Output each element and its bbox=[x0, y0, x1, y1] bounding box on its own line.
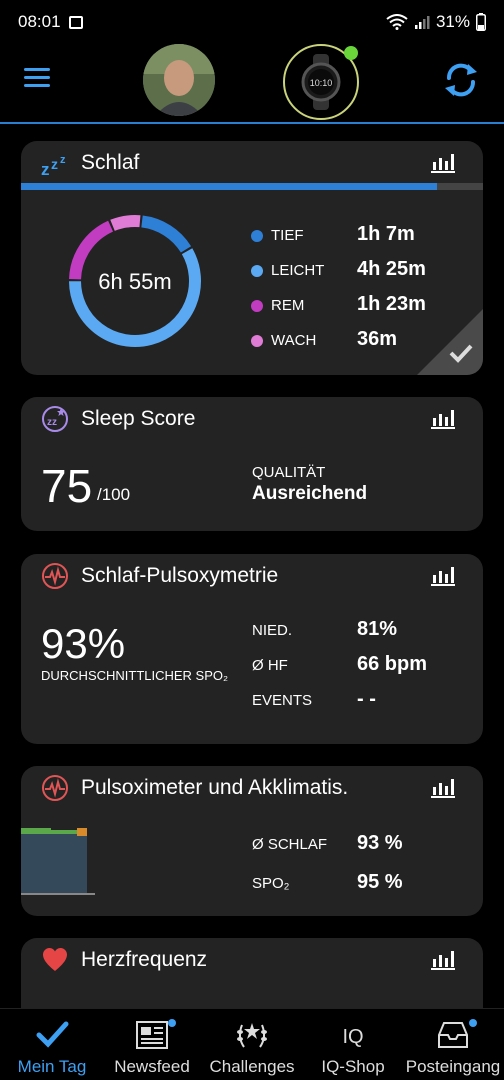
svg-text:z: z bbox=[51, 156, 58, 172]
chart-icon[interactable] bbox=[431, 153, 455, 173]
battery-icon bbox=[476, 13, 486, 31]
acclimatization-card[interactable]: Pulsoximeter und Akklimatis. Ø SCHLAF 93… bbox=[21, 766, 483, 916]
pulse-ox-value: 93% bbox=[41, 620, 126, 667]
nav-challenges[interactable]: Challenges bbox=[203, 1009, 301, 1080]
nav-newsfeed[interactable]: Newsfeed bbox=[104, 1009, 200, 1080]
sleep-score-value: 75 bbox=[41, 460, 93, 512]
pulse-ox-caption: DURCHSCHNITTLICHER SPO₂ bbox=[41, 668, 229, 683]
chart-icon[interactable] bbox=[431, 566, 455, 586]
nav-label: Posteingang bbox=[405, 1057, 501, 1076]
notification-badge bbox=[168, 1019, 176, 1027]
avatar[interactable] bbox=[143, 44, 215, 116]
notification-badge bbox=[469, 1019, 477, 1027]
sleep-score-icon: zz bbox=[42, 406, 68, 432]
donut-segment-leicht bbox=[69, 248, 201, 347]
legend-wach: WACH bbox=[251, 332, 316, 349]
chart-icon[interactable] bbox=[431, 409, 455, 429]
heart-icon bbox=[43, 948, 67, 971]
check-icon bbox=[36, 1021, 69, 1048]
sleep-progress-fill bbox=[21, 183, 437, 190]
nav-mein-tag[interactable]: Mein Tag bbox=[6, 1009, 98, 1080]
heart-rate-card[interactable]: Herzfrequenz bbox=[21, 938, 483, 1008]
legend-dot bbox=[251, 299, 263, 312]
pulse-ox-value-low: 81% bbox=[357, 618, 398, 640]
acclim-value-sleep: 93 % bbox=[357, 832, 403, 854]
pulse-ox-card[interactable]: Schlaf-Pulsoxymetrie 93% DURCHSCHNITTLIC… bbox=[21, 554, 483, 744]
sleep-score-title: Sleep Score bbox=[81, 407, 196, 430]
wifi-icon bbox=[386, 14, 408, 30]
svg-text:10:10: 10:10 bbox=[310, 78, 333, 88]
status-time: 08:01 bbox=[18, 12, 61, 31]
acclimatization-mini-chart bbox=[21, 828, 95, 895]
signal-icon bbox=[414, 16, 430, 29]
pulse-ox-label-low: NIED. bbox=[252, 622, 293, 639]
legend-value: 4h 25m bbox=[357, 258, 426, 280]
pulse-ox-value-hr: 66 bpm bbox=[357, 653, 428, 675]
sleep-total: 6h 55m bbox=[98, 269, 172, 294]
pulse-ox-label-events: EVENTS bbox=[252, 692, 313, 709]
quality-value: Ausreichend bbox=[252, 483, 368, 504]
sync-icon[interactable] bbox=[441, 60, 481, 100]
legend-tief: TIEF bbox=[251, 227, 304, 244]
legend-value: 1h 7m bbox=[357, 223, 415, 245]
legend-value: 36m bbox=[357, 328, 398, 350]
acclim-label-spo2: SPO₂ bbox=[252, 875, 290, 892]
svg-text:zz: zz bbox=[47, 417, 57, 428]
donut-segment-wach bbox=[110, 215, 141, 232]
pulse-ox-icon bbox=[42, 563, 68, 589]
acclim-label-sleep: Ø SCHLAF bbox=[252, 836, 328, 853]
svg-text:IQ: IQ bbox=[342, 1026, 363, 1048]
gallery-icon bbox=[68, 15, 83, 29]
legend-label: WACH bbox=[271, 332, 317, 349]
svg-text:z: z bbox=[41, 160, 50, 179]
legend-dot bbox=[251, 334, 263, 347]
sleep-title: Schlaf bbox=[81, 151, 140, 174]
battery-percent: 31% bbox=[435, 12, 470, 31]
sleep-card[interactable]: z z z Schlaf 6h 55m TIEF 1h 7m LEICHT 4h… bbox=[21, 141, 483, 375]
legend-rem: REM bbox=[251, 297, 304, 314]
status-bar: 08:01 31% bbox=[0, 0, 504, 44]
nav-posteingang[interactable]: Posteingang bbox=[403, 1009, 503, 1080]
sleep-score-card[interactable]: zz Sleep Score 75 /100 QUALITÄT Ausreich… bbox=[21, 397, 483, 531]
legend-label: REM bbox=[271, 297, 305, 314]
legend-leicht: LEICHT bbox=[251, 262, 324, 279]
heart-rate-title: Herzfrequenz bbox=[81, 948, 208, 971]
chart-icon[interactable] bbox=[431, 950, 455, 970]
bottom-navigation: Mein Tag Newsfeed Challenges IQ IQ-Shop bbox=[0, 1008, 504, 1080]
pulse-ox-value-events: - - bbox=[357, 688, 376, 710]
sleep-score-max: /100 bbox=[97, 485, 131, 504]
svg-text:z: z bbox=[60, 154, 66, 166]
newspaper-icon bbox=[136, 1021, 168, 1049]
quality-label: QUALITÄT bbox=[252, 464, 326, 481]
inbox-icon bbox=[438, 1022, 468, 1048]
iq-icon: IQ bbox=[342, 1026, 363, 1048]
chart-icon[interactable] bbox=[431, 778, 455, 798]
checkmark-corner-icon bbox=[417, 309, 483, 375]
legend-value: 1h 23m bbox=[357, 293, 426, 315]
nav-label: IQ-Shop bbox=[321, 1057, 385, 1076]
legend-label: LEICHT bbox=[271, 262, 325, 279]
nav-label: Challenges bbox=[209, 1057, 295, 1076]
nav-label: Mein Tag bbox=[17, 1057, 87, 1076]
donut-segment-tief bbox=[141, 215, 192, 253]
acclim-value-spo2: 95 % bbox=[357, 871, 403, 893]
laurel-icon bbox=[237, 1023, 267, 1048]
pulse-ox-title: Schlaf-Pulsoxymetrie bbox=[81, 564, 279, 587]
legend-dot bbox=[251, 264, 263, 277]
pulse-ox-label-hr: Ø HF bbox=[252, 657, 288, 674]
device-connected-dot bbox=[344, 46, 358, 60]
nav-label: Newsfeed bbox=[114, 1057, 190, 1076]
sleep-zzz-icon: z z z bbox=[41, 154, 66, 179]
menu-icon[interactable] bbox=[24, 68, 50, 88]
legend-label: TIEF bbox=[271, 227, 304, 244]
acclimatization-title: Pulsoximeter und Akklimatis. bbox=[81, 776, 349, 799]
legend-dot bbox=[251, 229, 263, 242]
nav-iq-shop[interactable]: IQ IQ-Shop bbox=[306, 1009, 400, 1080]
app-header: 10:10 bbox=[0, 44, 504, 124]
pulse-ox-icon bbox=[42, 775, 68, 801]
